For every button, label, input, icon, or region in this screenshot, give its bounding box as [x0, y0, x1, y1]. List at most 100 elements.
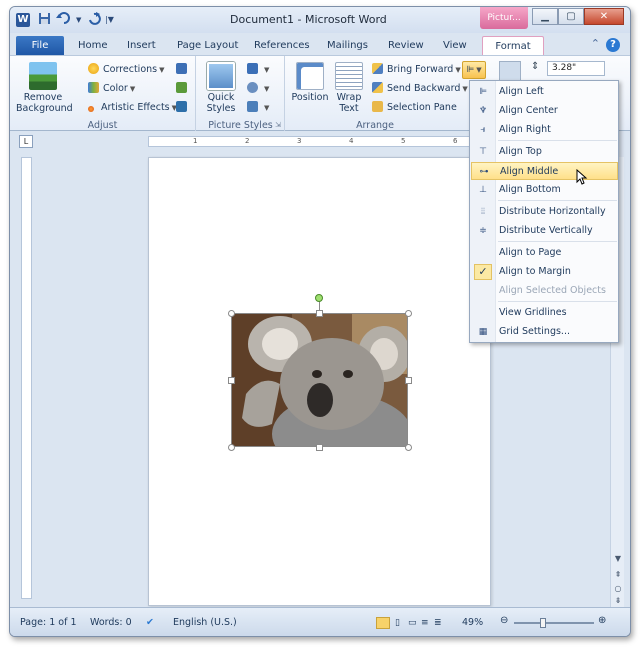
menu-item-view-gridlines[interactable]: View Gridlines	[471, 304, 618, 322]
position-label: Position	[291, 92, 329, 103]
rotation-handle[interactable]	[315, 294, 323, 302]
artistic-effects-button[interactable]: Artistic Effects ▼	[88, 100, 177, 116]
full-screen-reading-icon[interactable]: ▯	[395, 616, 400, 630]
grid-icon: ▦	[478, 327, 488, 337]
print-layout-icon[interactable]	[376, 617, 390, 629]
customize-toolbar-icon[interactable]: |▼	[105, 12, 114, 28]
zoom-knob[interactable]	[540, 618, 546, 628]
vertical-ruler[interactable]	[21, 157, 32, 599]
tab-home[interactable]: Home	[72, 36, 114, 55]
menu-item-align-right[interactable]: ⫣ Align Right	[471, 121, 618, 139]
koala-picture[interactable]	[231, 313, 408, 447]
menu-item-align-to-page[interactable]: Align to Page	[471, 244, 618, 262]
picture-border-icon[interactable]: ▼	[247, 62, 269, 78]
bring-forward-button[interactable]: Bring Forward ▼	[372, 62, 461, 78]
browse-object-icon[interactable]: ○	[612, 583, 624, 595]
minimize-button[interactable]: ▁	[532, 8, 558, 25]
dialog-launcher-icon[interactable]: ⇲	[275, 121, 281, 129]
undo-icon[interactable]	[56, 12, 72, 28]
tab-page-layout[interactable]: Page Layout	[171, 36, 244, 55]
quick-styles-icon	[207, 62, 235, 90]
web-layout-icon[interactable]: ▭	[408, 616, 417, 630]
selection-pane-button[interactable]: Selection Pane	[372, 100, 457, 116]
save-icon[interactable]	[38, 12, 51, 28]
arrange-group: Position Wrap Text Bring Forward ▼ Send B…	[286, 56, 468, 132]
menu-item-align-top[interactable]: ⊤ Align Top	[471, 143, 618, 161]
redo-icon[interactable]	[88, 12, 101, 28]
close-button[interactable]: ✕	[584, 8, 624, 25]
maximize-button[interactable]: ▢	[558, 8, 584, 25]
tab-mailings[interactable]: Mailings	[321, 36, 374, 55]
color-button[interactable]: Color ▼	[88, 81, 135, 97]
resize-handle-left[interactable]	[228, 377, 235, 384]
tab-selector[interactable]: L	[19, 135, 33, 148]
scroll-down-arrow-icon[interactable]: ▼	[612, 553, 624, 565]
tab-review[interactable]: Review	[382, 36, 430, 55]
page-count[interactable]: Page: 1 of 1	[20, 616, 77, 630]
menu-item-grid-settings[interactable]: ▦ Grid Settings...	[471, 323, 618, 341]
zoom-slider[interactable]: ⊖ ⊕	[500, 615, 610, 628]
resize-handle-right[interactable]	[405, 377, 412, 384]
ribbon-right-icons: ⌃?	[591, 37, 620, 52]
next-page-icon[interactable]: ⇟	[612, 595, 624, 607]
compress-pictures-icon[interactable]	[176, 62, 190, 78]
wrap-text-label: Wrap Text	[336, 92, 362, 114]
undo-dropdown-icon[interactable]: ▼	[76, 12, 81, 28]
resize-handle-bottom[interactable]	[316, 444, 323, 451]
artistic-effects-label: Artistic Effects	[101, 102, 170, 113]
quick-styles-button[interactable]: Quick Styles	[203, 62, 239, 114]
menu-separator	[498, 301, 617, 302]
resize-handle-top-right[interactable]	[405, 310, 412, 317]
distribute-horizontally-icon: ⦙⦙	[480, 207, 486, 217]
horizontal-ruler[interactable]: 1 2 3 4 5 6	[148, 136, 478, 147]
send-backward-button[interactable]: Send Backward ▼	[372, 81, 468, 97]
word-count[interactable]: Words: 0	[90, 616, 132, 630]
proofing-icon[interactable]: ✔	[146, 616, 154, 630]
window-title: Document1 - Microsoft Word	[230, 13, 387, 26]
change-picture-icon[interactable]	[176, 81, 190, 97]
menu-item-distribute-horizontally[interactable]: ⦙⦙ Distribute Horizontally	[471, 203, 618, 221]
resize-handle-top-left[interactable]	[228, 310, 235, 317]
height-field[interactable]: 3.28"	[547, 61, 605, 76]
adjust-group: Remove Background Corrections ▼ Color ▼ Ar…	[10, 56, 196, 132]
menu-item-align-left[interactable]: ⊫ Align Left	[471, 83, 618, 101]
tab-insert[interactable]: Insert	[121, 36, 162, 55]
resize-handle-top[interactable]	[316, 310, 323, 317]
picture-layout-icon[interactable]: ▼	[247, 100, 269, 116]
draft-icon[interactable]: ≣	[434, 616, 442, 630]
corrections-button[interactable]: Corrections ▼	[88, 62, 165, 78]
help-icon[interactable]: ?	[606, 38, 620, 52]
word-app-icon[interactable]: W	[16, 13, 30, 27]
menu-item-align-middle[interactable]: ⊶ Align Middle	[471, 162, 618, 180]
outline-icon[interactable]: ≡	[421, 616, 429, 630]
tab-format[interactable]: Format	[482, 36, 544, 55]
tab-references[interactable]: References	[248, 36, 316, 55]
resize-handle-bottom-left[interactable]	[228, 444, 235, 451]
resize-handle-bottom-right[interactable]	[405, 444, 412, 451]
tab-view[interactable]: View	[437, 36, 473, 55]
tab-file[interactable]: File	[16, 36, 64, 55]
remove-background-icon	[29, 62, 57, 90]
status-bar: Page: 1 of 1 Words: 0 ✔ English (U.S.) ▯…	[10, 607, 630, 636]
menu-item-distribute-vertically[interactable]: ≑ Distribute Vertically	[471, 222, 618, 240]
picture-styles-group-label: Picture Styles	[208, 120, 273, 131]
previous-page-icon[interactable]: ⇞	[612, 569, 624, 581]
corrections-icon	[88, 63, 99, 74]
align-button[interactable]: ⊫ ▼	[462, 61, 486, 79]
menu-item-align-bottom[interactable]: ⊥ Align Bottom	[471, 181, 618, 199]
collapse-ribbon-icon[interactable]: ⌃	[591, 37, 600, 50]
language-indicator[interactable]: English (U.S.)	[173, 616, 237, 630]
window-controls: ▁ ▢ ✕	[532, 8, 624, 26]
document-page[interactable]	[148, 157, 491, 606]
position-button[interactable]: Position	[290, 62, 330, 103]
menu-item-align-to-margin[interactable]: ✓ Align to Margin	[471, 263, 618, 281]
remove-background-button[interactable]: Remove Background	[16, 62, 73, 114]
wrap-text-button[interactable]: Wrap Text	[332, 62, 366, 114]
zoom-out-icon[interactable]: ⊖	[500, 615, 508, 626]
align-left-icon: ⊫	[479, 87, 487, 97]
menu-item-align-center[interactable]: ♆ Align Center	[471, 102, 618, 120]
zoom-in-icon[interactable]: ⊕	[598, 615, 606, 626]
reset-picture-icon[interactable]	[176, 100, 190, 116]
zoom-level[interactable]: 49%	[462, 616, 483, 630]
picture-effects-icon[interactable]: ▼	[247, 81, 269, 97]
